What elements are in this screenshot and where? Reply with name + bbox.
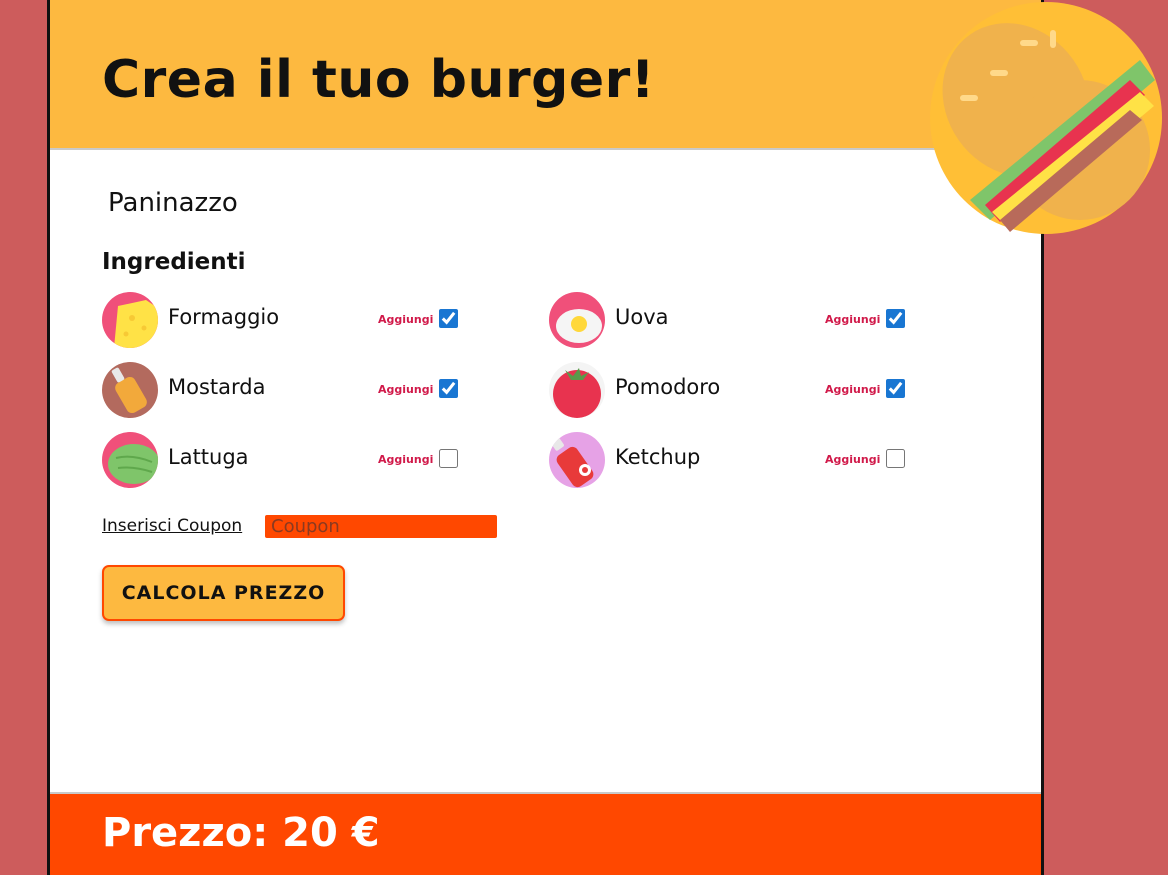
mostarda-checkbox[interactable]	[439, 379, 458, 398]
formaggio-checkbox[interactable]	[439, 309, 458, 328]
add-label: Aggiungi	[378, 313, 434, 326]
add-label: Aggiungi	[378, 383, 434, 396]
pomodoro-checkbox[interactable]	[886, 379, 905, 398]
burger-icon	[930, 2, 1162, 234]
ingredient-name: Formaggio	[168, 305, 280, 329]
ingredient-ketchup: Ketchup Aggiungi	[549, 432, 969, 488]
tomato-icon	[549, 362, 605, 418]
mustard-icon	[102, 362, 158, 418]
ketchup-checkbox[interactable]	[886, 449, 905, 468]
page-title: Crea il tuo burger!	[102, 50, 655, 110]
price-total: Prezzo: 20 €	[102, 810, 380, 856]
ingredient-name: Lattuga	[168, 445, 249, 469]
product-name: Paninazzo	[108, 188, 238, 218]
ingredient-uova: Uova Aggiungi	[549, 292, 969, 348]
egg-icon	[549, 292, 605, 348]
ingredient-pomodoro: Pomodoro Aggiungi	[549, 362, 969, 418]
lettuce-icon	[102, 432, 158, 488]
add-label: Aggiungi	[825, 453, 881, 466]
uova-checkbox[interactable]	[886, 309, 905, 328]
calculate-price-button[interactable]: CALCOLA PREZZO	[102, 565, 345, 621]
coupon-input[interactable]	[265, 515, 497, 538]
header: Crea il tuo burger!	[50, 0, 1041, 150]
ingredients-heading: Ingredienti	[102, 249, 246, 275]
ingredient-formaggio: Formaggio Aggiungi	[102, 292, 522, 348]
add-label: Aggiungi	[378, 453, 434, 466]
price-footer: Prezzo: 20 €	[50, 792, 1041, 875]
ingredient-lattuga: Lattuga Aggiungi	[102, 432, 522, 488]
ingredient-mostarda: Mostarda Aggiungi	[102, 362, 522, 418]
ketchup-icon	[549, 432, 605, 488]
ingredient-name: Ketchup	[615, 445, 701, 469]
add-label: Aggiungi	[825, 383, 881, 396]
burger-builder-card: Crea il tuo burger! Paninazzo Ingredient…	[47, 0, 1044, 875]
ingredient-name: Uova	[615, 305, 669, 329]
burger-illustration	[930, 0, 1162, 235]
coupon-label[interactable]: Inserisci Coupon	[102, 516, 242, 536]
ingredient-name: Pomodoro	[615, 375, 721, 399]
add-label: Aggiungi	[825, 313, 881, 326]
ingredient-name: Mostarda	[168, 375, 266, 399]
cheese-icon	[102, 292, 158, 348]
lattuga-checkbox[interactable]	[439, 449, 458, 468]
